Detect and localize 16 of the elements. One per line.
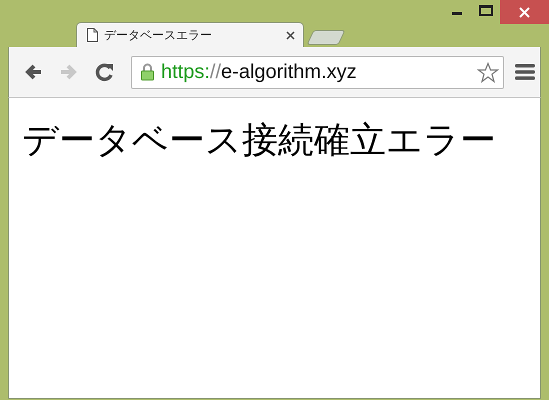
browser-tab[interactable]: データベースエラー [76, 22, 304, 47]
close-button[interactable] [500, 0, 549, 24]
menu-icon[interactable] [514, 63, 536, 81]
address-bar[interactable]: https://e-algorithm.xyz [131, 56, 504, 88]
reload-icon [95, 62, 115, 82]
minimize-icon [452, 12, 462, 15]
tab-title: データベースエラー [104, 27, 213, 44]
maximize-icon [479, 4, 493, 16]
back-arrow-icon [23, 62, 43, 82]
page-icon [87, 28, 98, 42]
close-icon [519, 6, 530, 18]
forward-arrow-icon [59, 62, 79, 82]
page-heading: データベース接続確立エラー [22, 122, 497, 158]
url-text: https://e-algorithm.xyz [161, 60, 358, 85]
close-tab-icon[interactable] [286, 30, 295, 40]
bookmark-star-icon[interactable] [477, 62, 499, 82]
